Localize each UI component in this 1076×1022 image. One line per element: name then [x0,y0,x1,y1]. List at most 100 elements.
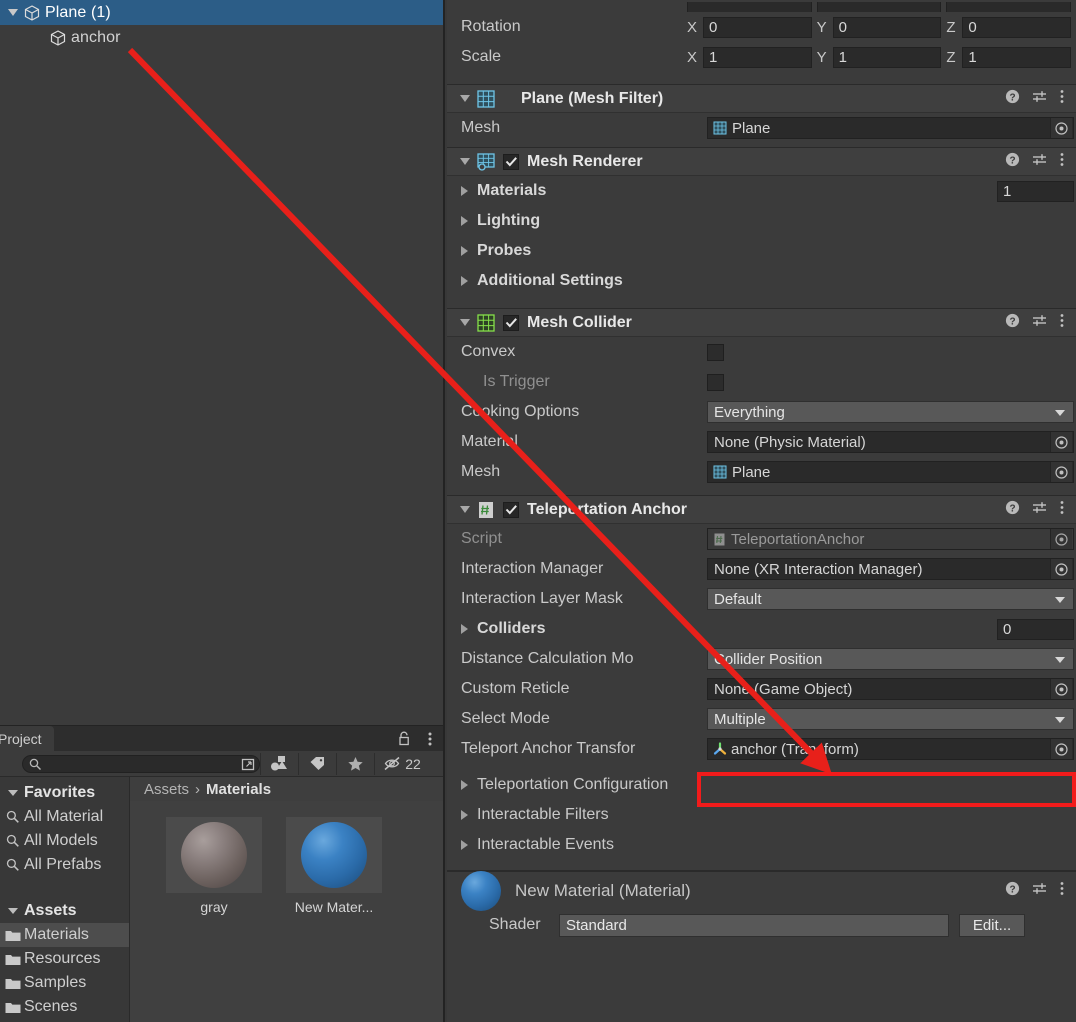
probes-foldout-row[interactable]: Probes [447,236,1076,266]
preset-icon[interactable] [1032,313,1048,333]
help-icon[interactable]: ? [1005,89,1020,109]
preset-icon[interactable] [1032,881,1048,901]
shader-value: Standard [566,916,627,934]
teleportation-anchor-enabled-checkbox[interactable] [503,501,519,518]
lighting-foldout-row[interactable]: Lighting [447,206,1076,236]
help-icon[interactable]: ? [1005,152,1020,172]
scale-y-input[interactable]: 1 [832,46,942,68]
mesh-collider-header[interactable]: Mesh Collider ? [447,309,1076,337]
scale-x-input[interactable]: 1 [703,46,812,68]
interaction-manager-field[interactable]: None (XR Interaction Manager) [707,558,1074,580]
convex-checkbox[interactable] [707,343,724,361]
teleportation-configuration-foldout-row[interactable]: Teleportation Configuration [447,770,1076,800]
tab-project[interactable]: Project [0,726,54,751]
object-picker-icon[interactable] [1050,679,1072,699]
physic-material-field[interactable]: None (Physic Material) [707,431,1074,453]
chevron-down-icon[interactable] [455,506,475,513]
hierarchy-item-label: anchor [71,28,121,46]
mesh-filter-header[interactable]: Plane (Mesh Filter) ? [447,85,1076,113]
object-picker-icon[interactable] [1050,559,1072,579]
chevron-down-icon[interactable] [455,319,475,326]
chevron-right-icon[interactable] [461,810,477,820]
cooking-options-dropdown[interactable]: Everything [707,401,1074,423]
more-options-icon[interactable] [1060,152,1064,172]
help-icon[interactable]: ? [1005,500,1020,520]
more-options-icon[interactable] [1060,89,1064,109]
teleport-anchor-transform-field[interactable]: anchor (Transform) [707,738,1074,760]
chevron-down-icon[interactable] [455,95,475,102]
chevron-right-icon[interactable] [461,276,477,286]
search-field[interactable] [22,754,260,773]
colliders-foldout-row[interactable]: Colliders 0 [447,614,1076,644]
materials-count-input[interactable]: 1 [997,180,1074,202]
search-expand-icon[interactable] [241,757,256,777]
material-preview-header[interactable]: New Material (Material) ? [447,871,1076,911]
preset-icon[interactable] [1032,152,1048,172]
more-options-icon[interactable] [421,730,439,748]
mesh-object-field[interactable]: Plane [707,117,1074,139]
teleportation-anchor-header[interactable]: Teleportation Anchor ? [447,496,1076,524]
custom-reticle-field[interactable]: None (Game Object) [707,678,1074,700]
tree-item-all-material[interactable]: All Material [0,805,129,829]
select-mode-dropdown[interactable]: Multiple [707,708,1074,730]
project-toolbar: 22 [0,751,443,777]
breadcrumb-materials[interactable]: Materials [206,781,271,798]
tree-item-scenes[interactable]: Scenes [0,995,129,1019]
additional-settings-foldout-row[interactable]: Additional Settings [447,266,1076,296]
asset-item-new-material[interactable]: New Mater... [286,817,382,915]
shader-dropdown[interactable]: Standard [559,913,949,937]
interactable-filters-foldout-row[interactable]: Interactable Filters [447,800,1076,830]
chevron-right-icon[interactable] [461,840,477,850]
more-options-icon[interactable] [1060,881,1064,901]
tree-header-assets[interactable]: Assets [0,899,129,923]
chevron-right-icon[interactable] [461,186,477,196]
asset-item-gray[interactable]: gray [166,817,262,915]
hierarchy-item-plane[interactable]: Plane (1) [0,0,443,25]
rotation-z-input[interactable]: 0 [962,16,1072,38]
object-picker-icon[interactable] [1050,118,1072,138]
preset-icon[interactable] [1032,500,1048,520]
object-picker-icon[interactable] [1050,432,1072,452]
favorites-star-icon[interactable] [336,752,374,775]
more-options-icon[interactable] [1060,500,1064,520]
asset-grid: gray New Mater... [130,801,443,915]
chevron-down-icon[interactable] [455,158,475,165]
tree-header-favorites[interactable]: Favorites [0,781,129,805]
hierarchy-item-anchor[interactable]: anchor [0,25,443,50]
interactable-events-foldout-row[interactable]: Interactable Events [447,830,1076,860]
tree-item-resources[interactable]: Resources [0,947,129,971]
tree-item-materials[interactable]: Materials [0,923,129,947]
more-options-icon[interactable] [1060,313,1064,333]
materials-foldout-row[interactable]: Materials 1 [447,176,1076,206]
chevron-down-icon[interactable] [4,4,22,22]
tree-item-all-models[interactable]: All Models [0,829,129,853]
filter-by-type-icon[interactable] [260,752,298,775]
chevron-right-icon[interactable] [461,216,477,226]
rotation-y-input[interactable]: 0 [832,16,942,38]
search-input[interactable] [47,755,237,772]
rotation-x-input[interactable]: 0 [703,16,812,38]
chevron-right-icon[interactable] [461,624,477,634]
help-icon[interactable]: ? [1005,881,1020,901]
breadcrumb-assets[interactable]: Assets [144,781,189,798]
edit-shader-button[interactable]: Edit... [959,913,1025,937]
tree-item-samples[interactable]: Samples [0,971,129,995]
filter-by-label-icon[interactable] [298,752,336,775]
tree-item-all-prefabs[interactable]: All Prefabs [0,853,129,877]
chevron-right-icon[interactable] [461,780,477,790]
interaction-layer-mask-dropdown[interactable]: Default [707,588,1074,610]
help-icon[interactable]: ? [1005,313,1020,333]
scale-z-input[interactable]: 1 [962,46,1072,68]
distance-calculation-mode-dropdown[interactable]: Collider Position [707,648,1074,670]
object-picker-icon[interactable] [1050,462,1072,482]
preset-icon[interactable] [1032,89,1048,109]
hidden-assets-toggle[interactable]: 22 [374,752,430,775]
colliders-count-input[interactable]: 0 [997,618,1074,640]
object-picker-icon[interactable] [1050,739,1072,759]
mesh-collider-enabled-checkbox[interactable] [503,314,519,331]
mesh-renderer-header[interactable]: Mesh Renderer ? [447,148,1076,176]
lock-icon[interactable] [395,730,413,748]
collider-mesh-field[interactable]: Plane [707,461,1074,483]
mesh-renderer-enabled-checkbox[interactable] [503,153,519,170]
chevron-right-icon[interactable] [461,246,477,256]
